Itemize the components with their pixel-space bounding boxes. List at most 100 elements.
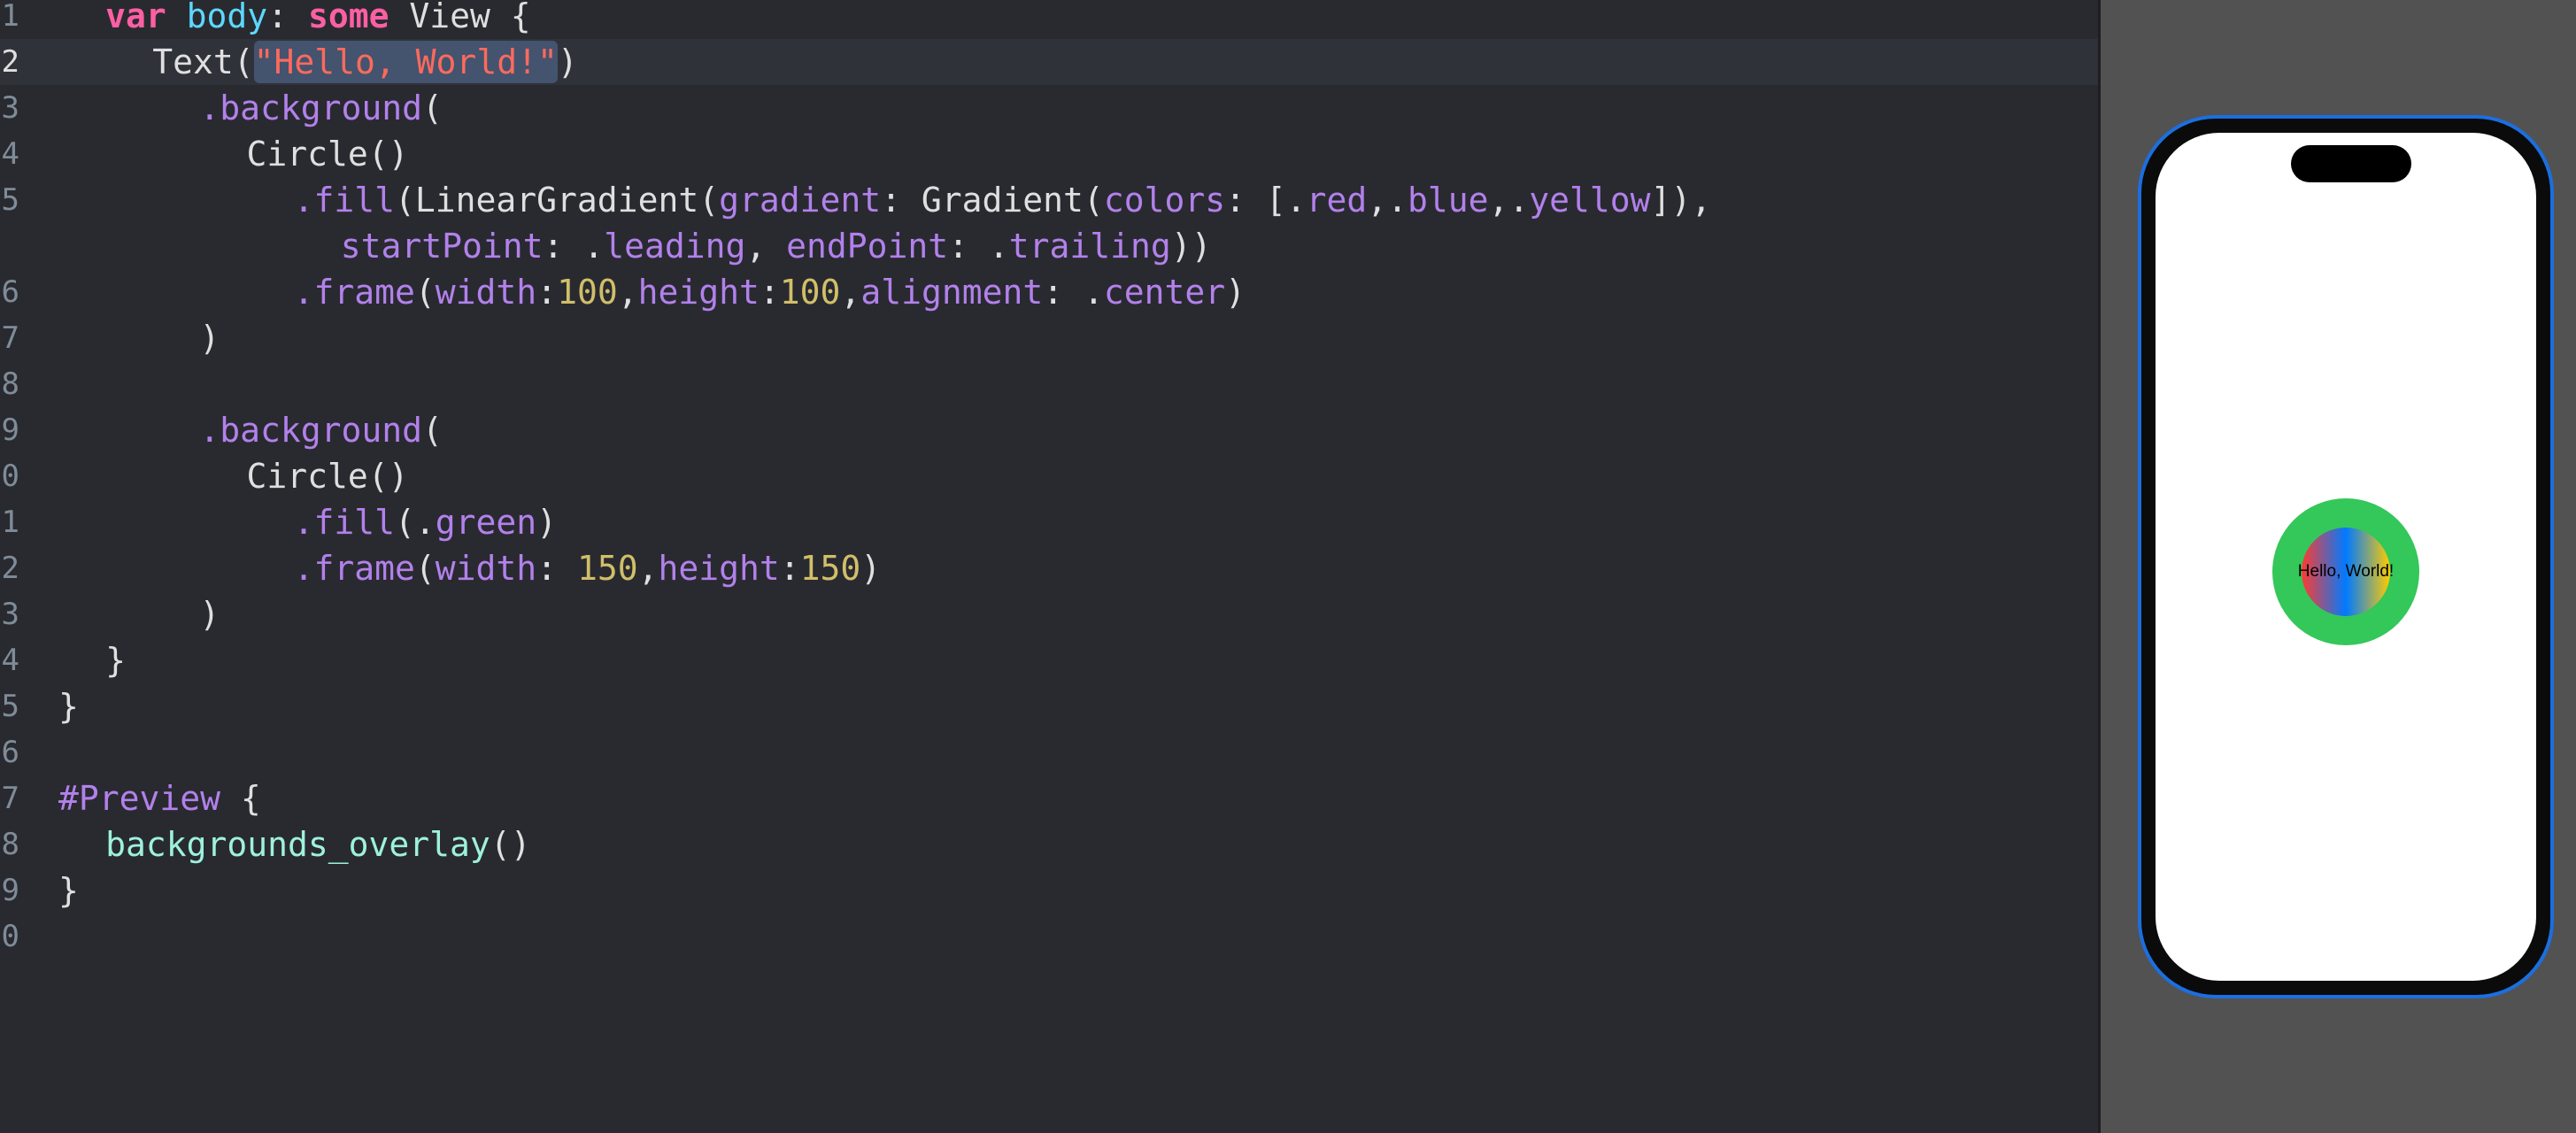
- code-token: colors: [1103, 181, 1226, 220]
- code-line[interactable]: startPoint: .leading, endPoint: .trailin…: [0, 223, 2098, 269]
- code-line[interactable]: 5 .fill(LinearGradient(gradient: Gradient…: [0, 177, 2098, 223]
- line-number: 23: [0, 597, 19, 632]
- code-token: body: [186, 0, 268, 35]
- code-line[interactable]: 25}: [0, 683, 2098, 729]
- code-editor[interactable]: 1 var body: some View {2 Text("Hello, Worl…: [0, 0, 2098, 1133]
- code-token: ,.: [1488, 181, 1530, 220]
- line-number: 7: [1, 320, 19, 356]
- code-token: height: [658, 549, 780, 588]
- code-token: (: [233, 42, 254, 81]
- code-line[interactable]: 6 .frame(width:100,height:100,alignment: …: [0, 269, 2098, 315]
- code-token: :: [536, 549, 577, 588]
- code-token: 100: [557, 273, 618, 312]
- line-number: 21: [0, 505, 19, 540]
- code-token: (.: [395, 503, 436, 542]
- code-line[interactable]: 3 .background(: [0, 85, 2098, 131]
- line-number: 29: [0, 873, 19, 908]
- code-token: (: [422, 89, 443, 127]
- code-line[interactable]: 1 var body: some View {: [0, 0, 2098, 39]
- code-text: }: [105, 637, 126, 683]
- code-line[interactable]: 26: [0, 729, 2098, 775]
- line-number: 8: [1, 366, 19, 402]
- code-line[interactable]: 27 #Preview {: [0, 775, 2098, 821]
- line-number: 22: [0, 551, 19, 586]
- code-token: }: [105, 641, 127, 680]
- code-token: .fill: [293, 181, 396, 220]
- code-token: gradient: [719, 181, 882, 220]
- code-token: }: [58, 871, 79, 910]
- code-line[interactable]: 8: [0, 361, 2098, 407]
- code-text: #Preview {: [58, 775, 261, 821]
- code-token: }: [58, 687, 79, 726]
- line-number: 24: [0, 643, 19, 678]
- line-number: 5: [1, 182, 19, 218]
- code-line[interactable]: 21 .fill(.green): [0, 499, 2098, 545]
- code-text: startPoint: .leading, endPoint: .trailin…: [341, 223, 1212, 269]
- device-screen: Hello, World!: [2156, 133, 2536, 981]
- code-token: .fill: [293, 503, 396, 542]
- code-text: .fill(LinearGradient(gradient: Gradient(…: [294, 177, 1712, 223]
- code-line[interactable]: 9 .background(: [0, 407, 2098, 453]
- code-token: height: [637, 273, 760, 312]
- code-token: yellow: [1529, 181, 1651, 220]
- code-text: Circle(): [247, 131, 409, 177]
- code-token: :: [759, 273, 780, 312]
- code-token: (: [1083, 181, 1104, 220]
- code-line[interactable]: 7): [0, 315, 2098, 361]
- code-token: ,: [840, 273, 861, 312]
- line-number: 1: [1, 0, 19, 34]
- code-line[interactable]: 24}: [0, 637, 2098, 683]
- code-token: width: [435, 549, 537, 588]
- preview-canvas: Hello, World!: [2098, 0, 2576, 1133]
- line-number: 3: [1, 90, 19, 126]
- code-text: Circle(): [247, 453, 409, 499]
- line-number: 25: [0, 689, 19, 724]
- code-token: .background: [199, 411, 423, 450]
- code-token: ): [199, 319, 220, 358]
- code-line[interactable]: 30: [0, 913, 2098, 960]
- code-token: Text: [152, 42, 234, 81]
- code-token: trailing: [1008, 227, 1171, 266]
- code-line[interactable]: 20 Circle(): [0, 453, 2098, 499]
- code-token: : .: [948, 227, 1009, 266]
- code-text: var body: some View {: [105, 0, 531, 39]
- code-line[interactable]: 22 .frame(width: 150,height:150): [0, 545, 2098, 591]
- code-line[interactable]: 28 backgrounds_overlay(): [0, 821, 2098, 867]
- code-line[interactable]: 4 Circle(): [0, 131, 2098, 177]
- code-token: : .: [1043, 273, 1104, 312]
- code-token: (: [698, 181, 720, 220]
- code-token: some: [307, 0, 389, 35]
- code-line[interactable]: 29}: [0, 867, 2098, 913]
- code-token: {: [220, 779, 261, 818]
- code-token: backgrounds_overlay: [105, 825, 490, 864]
- code-token: #Preview: [58, 779, 221, 818]
- code-line[interactable]: 23): [0, 591, 2098, 637]
- code-text: .frame(width: 150,height:150): [294, 545, 882, 591]
- code-token: ]),: [1650, 181, 1712, 220]
- code-token: ,: [745, 227, 787, 266]
- code-text: .frame(width:100,height:100,alignment: .…: [294, 269, 1246, 315]
- code-token: Circle: [246, 135, 368, 173]
- code-token: View: [409, 0, 490, 35]
- code-token: (): [367, 457, 409, 496]
- code-token: LinearGradient: [414, 181, 699, 220]
- code-token: ,: [617, 273, 638, 312]
- code-token: (): [367, 135, 409, 173]
- code-token: :: [779, 549, 800, 588]
- device-frame[interactable]: Hello, World!: [2138, 115, 2554, 998]
- code-token: 150: [576, 549, 638, 588]
- line-number: 6: [1, 274, 19, 310]
- line-number: 26: [0, 735, 19, 770]
- code-line[interactable]: 2 Text("Hello, World!"): [0, 39, 2098, 85]
- code-token: var: [105, 0, 166, 35]
- code-token: Circle: [246, 457, 368, 496]
- code-text: Text("Hello, World!"): [152, 39, 578, 85]
- code-token: : .: [543, 227, 605, 266]
- code-token: : [.: [1225, 181, 1307, 220]
- line-number: 30: [0, 919, 19, 954]
- code-token: ): [199, 595, 220, 634]
- code-text: .fill(.green): [294, 499, 557, 545]
- line-number: 28: [0, 827, 19, 862]
- code-token: :: [267, 0, 308, 35]
